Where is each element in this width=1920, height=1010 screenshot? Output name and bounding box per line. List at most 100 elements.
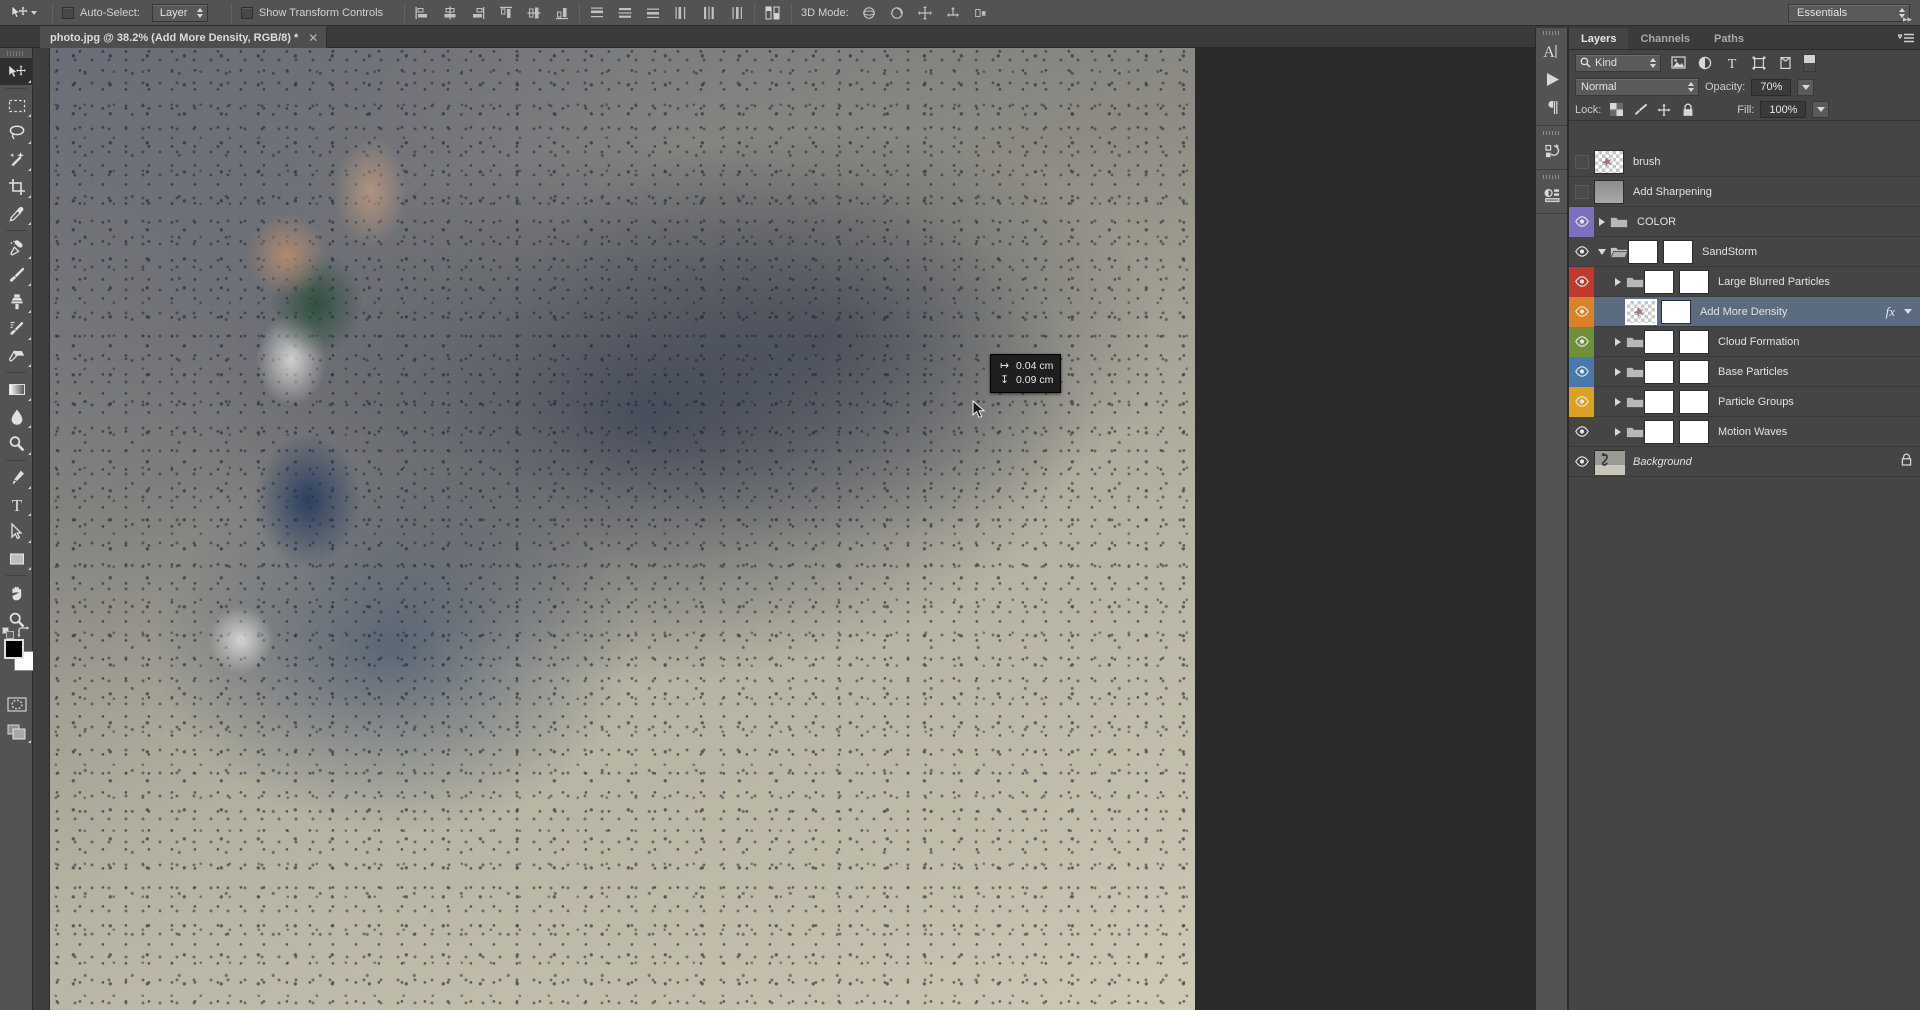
layer-thumbnail[interactable] bbox=[1628, 239, 1658, 264]
layer-mask-thumbnail[interactable] bbox=[1679, 359, 1709, 384]
lock-image-pixels-icon[interactable] bbox=[1631, 102, 1649, 118]
layer-visibility-toggle[interactable] bbox=[1569, 296, 1594, 327]
close-icon[interactable]: ✕ bbox=[308, 32, 318, 44]
adjustments-panel-icon[interactable] bbox=[1536, 181, 1569, 209]
layer-row[interactable]: Add More Density fx bbox=[1569, 296, 1920, 327]
filter-smart-object-icon[interactable] bbox=[1776, 54, 1796, 72]
layer-row[interactable]: Motion Waves bbox=[1569, 417, 1920, 447]
distribute-top-edges-icon[interactable] bbox=[589, 5, 605, 21]
fill-slider-toggle[interactable] bbox=[1812, 101, 1830, 118]
layer-row[interactable]: Cloud Formation bbox=[1569, 326, 1920, 357]
layer-filter-kind-dropdown[interactable]: Kind bbox=[1575, 53, 1661, 72]
tab-paths[interactable]: Paths bbox=[1702, 28, 1756, 49]
tool-spot-healing-brush[interactable] bbox=[0, 234, 33, 261]
lock-all-icon[interactable] bbox=[1679, 102, 1697, 118]
layer-visibility-toggle[interactable] bbox=[1569, 147, 1594, 177]
align-horizontal-centers-icon[interactable] bbox=[442, 5, 458, 21]
layer-thumbnail[interactable] bbox=[1625, 298, 1657, 325]
tool-rectangle-shape[interactable] bbox=[0, 545, 33, 572]
layer-mask-thumbnail[interactable] bbox=[1679, 389, 1709, 414]
layer-row[interactable]: brush bbox=[1569, 147, 1920, 177]
layer-thumbnail[interactable] bbox=[1644, 389, 1674, 414]
auto-align-layers-icon[interactable] bbox=[764, 5, 782, 21]
tool-rectangular-marquee[interactable] bbox=[0, 92, 33, 119]
tool-lasso[interactable] bbox=[0, 119, 33, 146]
layer-visibility-toggle[interactable] bbox=[1569, 447, 1594, 477]
layer-thumbnail[interactable] bbox=[1594, 149, 1624, 174]
tool-quick-selection[interactable] bbox=[0, 146, 33, 173]
expand-panels-icon[interactable]: ▸▸ bbox=[1903, 14, 1912, 25]
layer-thumbnail[interactable] bbox=[1594, 179, 1624, 204]
layer-disclosure-toggle[interactable] bbox=[1610, 337, 1626, 346]
show-transform-controls-group[interactable]: Show Transform Controls bbox=[240, 6, 383, 19]
layer-disclosure-toggle[interactable] bbox=[1594, 248, 1610, 255]
layer-row[interactable]: Add Sharpening bbox=[1569, 177, 1920, 207]
lock-position-icon[interactable] bbox=[1655, 102, 1673, 118]
tab-layers[interactable]: Layers bbox=[1569, 28, 1629, 49]
fill-input[interactable]: 100% bbox=[1760, 101, 1807, 118]
swap-colors-icon[interactable] bbox=[17, 626, 30, 639]
document-canvas[interactable]: ↦ 0.04 cm ↧ 0.09 cm bbox=[50, 48, 1195, 1010]
3d-slide-icon[interactable] bbox=[945, 5, 961, 21]
layer-disclosure-toggle[interactable] bbox=[1610, 277, 1626, 286]
layer-disclosure-toggle[interactable] bbox=[1610, 427, 1626, 436]
layer-list[interactable]: brush Add Sharpening COLOR SandStorm Large B… bbox=[1569, 147, 1920, 1010]
tool-clone-stamp[interactable] bbox=[0, 288, 33, 315]
layer-row[interactable]: Large Blurred Particles bbox=[1569, 266, 1920, 297]
tool-blur[interactable] bbox=[0, 403, 33, 430]
tool-move[interactable] bbox=[0, 58, 33, 85]
layer-disclosure-toggle[interactable] bbox=[1610, 367, 1626, 376]
lock-transparent-pixels-icon[interactable] bbox=[1607, 102, 1625, 118]
layer-visibility-toggle[interactable] bbox=[1569, 326, 1594, 357]
distribute-vertical-centers-icon[interactable] bbox=[617, 5, 633, 21]
character-panel-icon[interactable]: A bbox=[1536, 37, 1569, 65]
auto-select-checkbox[interactable] bbox=[62, 6, 74, 19]
align-bottom-edges-icon[interactable] bbox=[554, 5, 570, 21]
layer-mask-thumbnail[interactable] bbox=[1679, 269, 1709, 294]
layer-visibility-toggle[interactable] bbox=[1569, 266, 1594, 297]
auto-select-scope-dropdown[interactable]: Layer bbox=[151, 3, 208, 22]
tool-horizontal-type[interactable]: T bbox=[0, 491, 33, 518]
layer-row[interactable]: Particle Groups bbox=[1569, 386, 1920, 417]
layer-visibility-toggle[interactable] bbox=[1569, 177, 1594, 207]
distribute-left-edges-icon[interactable] bbox=[673, 5, 689, 21]
layer-row[interactable]: SandStorm bbox=[1569, 237, 1920, 267]
auto-select-group[interactable]: Auto-Select: bbox=[62, 6, 140, 19]
foreground-color-swatch[interactable] bbox=[4, 639, 24, 659]
3d-pan-icon[interactable] bbox=[917, 5, 933, 21]
layer-effects-icon[interactable]: fx bbox=[1886, 304, 1895, 320]
tool-gradient[interactable] bbox=[0, 376, 33, 403]
tool-eyedropper[interactable] bbox=[0, 200, 33, 227]
tool-path-selection[interactable] bbox=[0, 518, 33, 545]
layer-mask-thumbnail[interactable] bbox=[1679, 329, 1709, 354]
panel-menu-icon[interactable] bbox=[1898, 33, 1914, 45]
align-left-edges-icon[interactable] bbox=[414, 5, 430, 21]
layer-thumbnail[interactable] bbox=[1594, 449, 1625, 475]
distribute-horizontal-centers-icon[interactable] bbox=[701, 5, 717, 21]
canvas-area[interactable]: ↦ 0.04 cm ↧ 0.09 cm bbox=[33, 48, 1535, 1010]
filter-type-layers-icon[interactable]: T bbox=[1722, 54, 1742, 72]
3d-orbit-icon[interactable] bbox=[861, 5, 877, 21]
distribute-bottom-edges-icon[interactable] bbox=[645, 5, 661, 21]
history-panel-icon[interactable] bbox=[1536, 137, 1569, 165]
layer-mask-thumbnail[interactable] bbox=[1679, 419, 1709, 444]
quick-mask-toggle[interactable] bbox=[0, 691, 33, 718]
rail-grip[interactable] bbox=[1536, 28, 1567, 37]
layer-visibility-toggle[interactable] bbox=[1569, 386, 1594, 417]
screen-mode-toggle[interactable] bbox=[0, 718, 33, 745]
tab-channels[interactable]: Channels bbox=[1628, 28, 1702, 49]
layer-disclosure-toggle[interactable] bbox=[1610, 397, 1626, 406]
tool-dodge[interactable] bbox=[0, 430, 33, 457]
layer-row[interactable]: COLOR bbox=[1569, 206, 1920, 237]
layer-disclosure-toggle[interactable] bbox=[1594, 217, 1610, 226]
timeline-panel-icon[interactable] bbox=[1536, 65, 1569, 93]
align-top-edges-icon[interactable] bbox=[498, 5, 514, 21]
workspace-switcher[interactable]: Essentials bbox=[1788, 4, 1910, 22]
filter-pixel-layers-icon[interactable] bbox=[1668, 54, 1688, 72]
tools-panel-grip[interactable] bbox=[0, 48, 32, 58]
layer-visibility-toggle[interactable] bbox=[1569, 206, 1594, 237]
tool-pen[interactable] bbox=[0, 464, 33, 491]
chevron-down-icon[interactable] bbox=[1904, 309, 1912, 314]
opacity-input[interactable]: 70% bbox=[1751, 78, 1792, 96]
active-tool-preset-picker[interactable] bbox=[0, 4, 43, 21]
